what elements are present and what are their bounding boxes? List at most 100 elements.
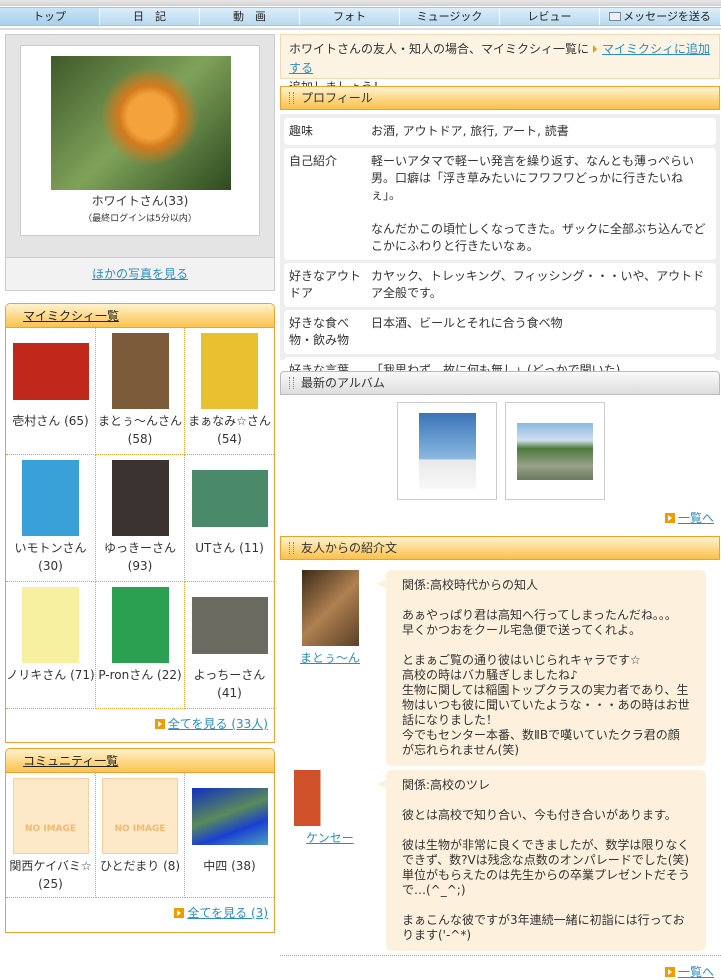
- friend-item[interactable]: よっちーさん (41): [185, 582, 274, 709]
- friend-name[interactable]: ゆっきーさん (93): [104, 541, 176, 573]
- profile-row: 好きなアウトドア カヤック、トレッキング、フィッシング・・・いや、アウトドア全般で…: [284, 263, 716, 307]
- no-image-label: NO IMAGE: [114, 824, 166, 834]
- profile-row: 趣味 お酒, アウトドア, 旅行, アート, 読書: [284, 118, 716, 145]
- mymixi-title[interactable]: マイミクシィ一覧: [23, 309, 119, 323]
- friend-item[interactable]: UTさん (11): [185, 455, 274, 582]
- testimonial-text: 関係:高校のツレ 彼とは高校で知り合い、今も付き合いがあります。 彼は生物が非常…: [376, 770, 706, 951]
- mymixi-list: マイミクシィ一覧 壱村さん (65) まとぅ〜んさん (58) まぁなみ☆さん (5…: [5, 303, 275, 743]
- friend-photo[interactable]: [111, 460, 169, 536]
- profile-heading: プロフィール: [280, 86, 720, 110]
- profile-value: 日本酒、ビールとそれに合う食べ物: [371, 316, 563, 330]
- notice-text: ホワイトさんの友人・知人の場合、マイミクシィ一覧に: [289, 42, 590, 56]
- add-friend-notice: ホワイトさんの友人・知人の場合、マイミクシィ一覧にマイミクシィに追加する 追加し…: [280, 34, 720, 94]
- community-see-all[interactable]: 全てを見る (3): [187, 906, 268, 920]
- profile-value: 軽ーいアタマで軽ーい発言を繰り返す、なんとも薄っぺらい男。口癖は「浮き草みたいに…: [371, 154, 706, 253]
- author-link[interactable]: ケンセー: [306, 831, 354, 845]
- friend-item[interactable]: まとぅ〜んさん (58): [96, 328, 185, 455]
- nav-top[interactable]: トップ: [0, 8, 100, 25]
- send-message-label[interactable]: メッセージを送る: [623, 10, 711, 23]
- author-avatar[interactable]: [294, 770, 370, 826]
- friend-item[interactable]: ゆっきーさん (93): [96, 455, 185, 582]
- nav-photo[interactable]: フォト: [300, 8, 400, 25]
- profile-row: 好きな食べ物・飲み物 日本酒、ビールとそれに合う食べ物: [284, 310, 716, 354]
- mymixi-see-all[interactable]: 全てを見る (33人): [168, 717, 268, 731]
- profile-key: 好きな食べ物・飲み物: [289, 316, 350, 347]
- friend-photo[interactable]: [201, 333, 258, 409]
- author-avatar[interactable]: [301, 570, 359, 646]
- nav-video[interactable]: 動 画: [200, 8, 300, 25]
- profile-value: お酒, アウトドア, 旅行, アート, 読書: [371, 124, 569, 138]
- community-photo[interactable]: [191, 788, 268, 845]
- friend-name[interactable]: UTさん (11): [195, 541, 264, 555]
- community-list: コミュニティ一覧 NO IMAGE 関西ケイバミ☆ (25) NO IMAGE ひとだ…: [5, 748, 275, 933]
- author-link[interactable]: まとぅ〜ん: [300, 651, 360, 665]
- arrow-icon: [664, 967, 675, 977]
- profile-key: 好きなアウトドア: [289, 269, 362, 300]
- other-photos-link[interactable]: ほかの写真を見る: [92, 267, 188, 281]
- friend-photo[interactable]: [111, 333, 169, 409]
- community-item[interactable]: NO IMAGE 関西ケイバミ☆ (25): [6, 773, 96, 898]
- nav-video-label[interactable]: 動 画: [233, 10, 266, 23]
- friend-photo[interactable]: [191, 470, 268, 527]
- friend-item[interactable]: まぁなみ☆さん (54): [185, 328, 274, 455]
- nav-divider: [0, 28, 721, 30]
- arrow-icon: [174, 908, 185, 918]
- friend-item[interactable]: ノリキさん (71): [6, 582, 96, 709]
- divider: [280, 955, 721, 956]
- community-name[interactable]: ひとだまり (8): [100, 859, 180, 873]
- album-item[interactable]: [397, 402, 497, 500]
- nav-music[interactable]: ミュージック: [400, 8, 500, 25]
- friend-item[interactable]: 壱村さん (65): [6, 328, 96, 455]
- friend-name[interactable]: P-ronさん (22): [98, 668, 181, 682]
- friend-name[interactable]: まとぅ〜んさん (58): [98, 414, 182, 446]
- community-title[interactable]: コミュニティ一覧: [23, 754, 118, 768]
- nav-diary-label[interactable]: 日 記: [133, 10, 166, 23]
- friend-photo[interactable]: [22, 460, 79, 536]
- arrow-icon: [593, 45, 598, 53]
- nav-music-label[interactable]: ミュージック: [417, 10, 483, 23]
- nav-send-message[interactable]: メッセージを送る: [600, 8, 721, 25]
- top-border: [0, 0, 721, 6]
- no-image-label: NO IMAGE: [24, 824, 77, 834]
- friend-photo[interactable]: [111, 587, 169, 663]
- nav-top-label[interactable]: トップ: [33, 10, 66, 23]
- album-item[interactable]: [505, 402, 605, 500]
- main-nav: トップ 日 記 動 画 フォト ミュージック レビュー メッセージを送る: [0, 7, 721, 26]
- friend-name[interactable]: ノリキさん (71): [6, 668, 94, 682]
- arrow-icon: [664, 513, 675, 523]
- profile-name: ホワイトさん(33): [91, 194, 189, 208]
- album-list: [397, 402, 605, 500]
- profile-row: 自己紹介 軽ーいアタマで軽ーい発言を繰り返す、なんとも薄っぺらい男。口癖は「浮き草…: [284, 148, 716, 260]
- profile-value: カヤック、トレッキング、フィッシング・・・いや、アウトドア全般です。: [371, 269, 705, 300]
- friend-photo[interactable]: [191, 597, 268, 654]
- friend-name[interactable]: いモトンさん (30): [14, 541, 86, 573]
- community-name[interactable]: 中四 (38): [203, 859, 255, 873]
- no-image-placeholder[interactable]: NO IMAGE: [12, 778, 89, 854]
- friend-item[interactable]: いモトンさん (30): [6, 455, 96, 582]
- album-photo: [418, 413, 476, 489]
- profile-photo[interactable]: [51, 56, 231, 190]
- community-item[interactable]: NO IMAGE ひとだまり (8): [96, 773, 185, 898]
- nav-review[interactable]: レビュー: [500, 8, 600, 25]
- testimonial: ケンセー 関係:高校のツレ 彼とは高校で知り合い、今も付き合いがあります。 彼は…: [294, 770, 720, 951]
- friend-photo[interactable]: [22, 587, 79, 663]
- testimonial: まとぅ〜ん 関係:高校時代からの知人 あぁやっぱり君は高知へ行ってしまったんだね…: [300, 570, 720, 766]
- nav-photo-label[interactable]: フォト: [333, 10, 366, 23]
- friend-item[interactable]: P-ronさん (22): [96, 582, 185, 709]
- community-item[interactable]: 中四 (38): [185, 773, 274, 898]
- profile-photo-frame: ホワイトさん(33) （最終ログインは5分以内）: [20, 45, 260, 236]
- testimonials-see-all[interactable]: 一覧へ: [678, 965, 714, 979]
- nav-review-label[interactable]: レビュー: [528, 10, 572, 23]
- no-image-placeholder[interactable]: NO IMAGE: [102, 778, 178, 854]
- community-name[interactable]: 関西ケイバミ☆ (25): [9, 859, 91, 891]
- testimonial-text: 関係:高校時代からの知人 あぁやっぱり君は高知へ行ってしまったんだね。。。 早く…: [376, 570, 706, 766]
- friend-name[interactable]: 壱村さん (65): [12, 414, 88, 428]
- nav-diary[interactable]: 日 記: [100, 8, 200, 25]
- testimonials-heading: 友人からの紹介文: [280, 536, 720, 560]
- friend-name[interactable]: よっちーさん (41): [194, 668, 266, 700]
- friend-name[interactable]: まぁなみ☆さん (54): [188, 414, 271, 446]
- album-see-all[interactable]: 一覧へ: [678, 511, 714, 525]
- album-photo: [517, 422, 593, 480]
- profile-key: 趣味: [289, 124, 314, 138]
- friend-photo[interactable]: [12, 343, 89, 400]
